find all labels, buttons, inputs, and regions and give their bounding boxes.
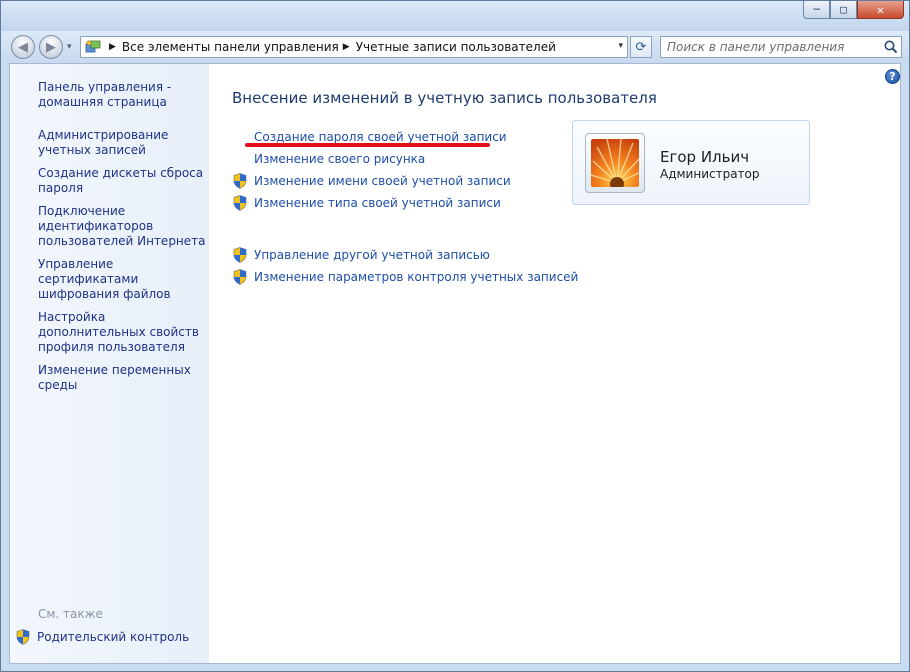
refresh-button[interactable]: ⟳ — [630, 36, 652, 58]
task-label[interactable]: Изменение параметров контроля учетных за… — [254, 270, 578, 284]
control-panel-window: ─ □ ✕ ◀ ▶ ▾ ▶ Все элементы панели управл… — [0, 0, 910, 672]
red-underline-annotation — [245, 143, 490, 147]
main-panel: ? Внесение изменений в учетную запись по… — [232, 64, 900, 663]
navigation-bar: ◀ ▶ ▾ ▶ Все элементы панели управления ▶… — [1, 31, 909, 63]
address-bar[interactable]: ▶ Все элементы панели управления ▶ Учетн… — [80, 36, 628, 58]
sidebar-item-manage-accounts[interactable]: Администрирование учетных записей — [38, 128, 208, 158]
sidebar-item-parental-control[interactable]: Родительский контроль — [16, 629, 189, 645]
task-uac-settings[interactable]: Изменение параметров контроля учетных за… — [232, 266, 578, 288]
parental-control-label[interactable]: Родительский контроль — [37, 630, 189, 644]
sidebar: Панель управления - домашняя страница Ад… — [10, 64, 209, 663]
task-label[interactable]: Создание пароля своей учетной записи — [254, 130, 507, 144]
sidebar-item-encryption-certificates[interactable]: Управление сертификатами шифрования файл… — [38, 257, 208, 302]
uac-shield-icon — [233, 195, 247, 211]
task-change-account-name[interactable]: Изменение имени своей учетной записи — [232, 170, 562, 192]
avatar-frame[interactable] — [585, 133, 645, 193]
orange-flower-icon — [591, 139, 639, 187]
user-name: Егор Ильич — [660, 148, 750, 166]
uac-shield-icon — [233, 269, 247, 285]
uac-shield-icon — [233, 247, 247, 263]
minimize-button[interactable]: ─ — [803, 1, 830, 19]
title-bar[interactable]: ─ □ ✕ — [1, 1, 909, 31]
sidebar-item-advanced-profile[interactable]: Настройка дополнительных свойств профиля… — [38, 310, 208, 355]
sidebar-item-password-reset-disk[interactable]: Создание дискеты сброса пароля — [38, 166, 208, 196]
search-icon[interactable] — [883, 39, 899, 55]
task-change-picture[interactable]: Изменение своего рисунка — [232, 148, 562, 170]
maximize-button[interactable]: □ — [830, 1, 857, 19]
control-panel-icon — [85, 40, 101, 53]
content-area: Панель управления - домашняя страница Ад… — [9, 63, 901, 664]
task-manage-other-account[interactable]: Управление другой учетной записью — [232, 244, 562, 266]
address-dropdown-icon[interactable]: ▾ — [618, 41, 623, 51]
help-icon[interactable]: ? — [885, 69, 900, 84]
sidebar-item-online-ids[interactable]: Подключение идентификаторов пользователе… — [38, 204, 208, 249]
task-label[interactable]: Управление другой учетной записью — [254, 248, 490, 262]
breadcrumb-all-control-panel-items[interactable]: Все элементы панели управления — [122, 40, 339, 54]
uac-shield-icon — [16, 629, 30, 645]
task-change-account-type[interactable]: Изменение типа своей учетной записи — [232, 192, 562, 214]
breadcrumb-separator-icon[interactable]: ▶ — [343, 42, 350, 52]
uac-shield-icon — [233, 173, 247, 189]
search-box[interactable] — [660, 36, 902, 58]
sidebar-item-environment-variables[interactable]: Изменение переменных среды — [38, 363, 208, 393]
forward-button[interactable]: ▶ — [39, 35, 63, 59]
task-list: Создание пароля своей учетной записи Изм… — [232, 126, 578, 288]
user-role: Администратор — [660, 167, 760, 181]
refresh-icon: ⟳ — [635, 39, 647, 55]
task-label[interactable]: Изменение имени своей учетной записи — [254, 174, 511, 188]
back-button[interactable]: ◀ — [11, 35, 35, 59]
window-controls: ─ □ ✕ — [803, 1, 904, 19]
sidebar-home-link[interactable]: Панель управления - домашняя страница — [38, 80, 198, 110]
page-title: Внесение изменений в учетную запись поль… — [232, 89, 657, 107]
user-account-card: Егор Ильич Администратор — [572, 120, 810, 205]
see-also-heading: См. также — [38, 607, 103, 621]
breadcrumb-separator-icon[interactable]: ▶ — [109, 42, 116, 52]
close-button[interactable]: ✕ — [857, 1, 904, 19]
sidebar-task-list: Администрирование учетных записей Создан… — [38, 128, 208, 401]
recent-pages-dropdown-icon[interactable]: ▾ — [67, 42, 72, 52]
search-input[interactable] — [661, 39, 883, 55]
task-label[interactable]: Изменение типа своей учетной записи — [254, 196, 501, 210]
task-label[interactable]: Изменение своего рисунка — [254, 152, 425, 166]
breadcrumb-user-accounts[interactable]: Учетные записи пользователей — [356, 40, 556, 54]
